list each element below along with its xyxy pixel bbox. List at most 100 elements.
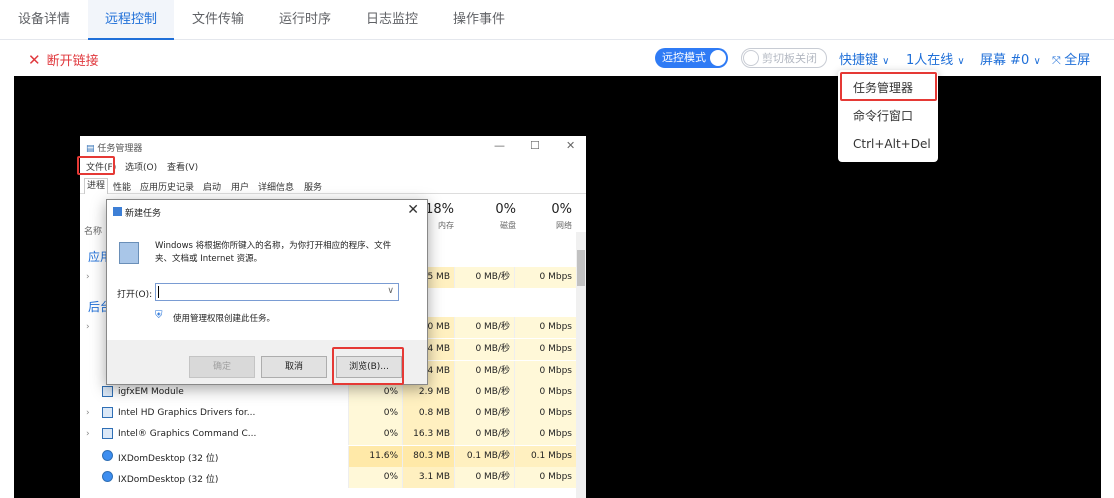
disk-percent: 0% xyxy=(495,202,516,217)
maximize-button[interactable]: ☐ xyxy=(530,139,540,152)
highlight-box xyxy=(332,347,404,385)
chevron-right-icon[interactable]: › xyxy=(86,272,90,282)
disk-cell: 0 MB/秒 xyxy=(454,361,514,382)
menu-view[interactable]: 查看(V) xyxy=(167,160,198,173)
disk-cell: 0 MB/秒 xyxy=(454,424,514,445)
network-label: 网络 xyxy=(556,221,572,230)
window-icon xyxy=(113,207,122,216)
tm-tab-details[interactable]: 详细信息 xyxy=(256,180,296,193)
memory-cell: 80.3 MB xyxy=(402,446,454,467)
disk-label: 磁盘 xyxy=(500,221,516,230)
tm-tab-users[interactable]: 用户 xyxy=(229,180,251,193)
open-input[interactable]: ∨ xyxy=(155,283,399,301)
table-row[interactable]: › Intel® Graphics Command C... 0% 16.3 MB 0 … xyxy=(80,424,576,445)
process-icon xyxy=(102,450,113,461)
remote-mode-label: 远控模式 xyxy=(662,51,706,64)
close-icon[interactable]: ✕ xyxy=(407,202,419,218)
tab-run-timing[interactable]: 运行时序 xyxy=(262,0,348,40)
shortcut-dropdown[interactable]: 快捷键 ∨ xyxy=(839,49,889,68)
network-cell: 0 Mbps xyxy=(514,317,576,338)
network-cell: 0 Mbps xyxy=(514,339,576,360)
chevron-right-icon[interactable]: › xyxy=(86,408,90,418)
online-users-dropdown[interactable]: 1人在线 ∨ xyxy=(906,49,965,68)
table-row[interactable]: IXDomDesktop (32 位) 11.6% 80.3 MB 0.1 MB/秒 0… xyxy=(80,446,576,467)
process-name: Intel® Graphics Command C... xyxy=(118,429,257,439)
cpu-cell: 0% xyxy=(348,403,402,424)
memory-cell: 16.3 MB xyxy=(402,424,454,445)
close-button[interactable]: ✕ xyxy=(566,139,575,152)
clipboard-switch[interactable]: 剪切板关闭 xyxy=(741,48,827,68)
tab-file-transfer[interactable]: 文件传输 xyxy=(174,0,262,40)
table-row[interactable]: IXDomDesktop (32 位) 0% 3.1 MB 0 MB/秒 0 Mbps xyxy=(80,467,576,488)
screen-dropdown[interactable]: 屏幕 #0 ∨ xyxy=(980,49,1041,68)
disk-cell: 0 MB/秒 xyxy=(454,382,514,403)
tm-tab-services[interactable]: 服务 xyxy=(302,180,324,193)
clipboard-label: 剪切板关闭 xyxy=(762,52,817,65)
fullscreen-button[interactable]: ⤧ 全屏 xyxy=(1052,49,1090,68)
network-cell: 0 Mbps xyxy=(514,267,576,288)
network-cell: 0 Mbps xyxy=(514,403,576,424)
network-cell: 0 Mbps xyxy=(514,467,576,488)
open-label: 打开(O): xyxy=(117,290,153,300)
network-cell: 0.1 Mbps xyxy=(514,446,576,467)
scrollbar[interactable] xyxy=(576,232,586,498)
disk-cell: 0 MB/秒 xyxy=(454,317,514,338)
menu-item-ctrl-alt-del[interactable]: Ctrl+Alt+Del xyxy=(838,130,938,158)
column-network-header[interactable]: 0% 网络 xyxy=(512,202,572,231)
process-icon xyxy=(102,386,113,397)
disk-cell: 0 MB/秒 xyxy=(454,403,514,424)
process-icon xyxy=(102,471,113,482)
chevron-down-icon[interactable]: ∨ xyxy=(387,286,394,296)
disconnect-label: 断开链接 xyxy=(46,54,99,69)
dialog-message: Windows 将根据你所键入的名称，为你打开相应的程序、文件夹、文档或 Int… xyxy=(155,241,392,264)
tab-log-monitor[interactable]: 日志监控 xyxy=(348,0,436,40)
network-cell: 0 Mbps xyxy=(514,424,576,445)
chevron-down-icon: ∨ xyxy=(957,56,965,67)
task-manager-tabs: 进程 性能 应用历史记录 启动 用户 详细信息 服务 xyxy=(80,178,586,194)
tab-remote-control[interactable]: 远程控制 xyxy=(88,0,174,40)
chevron-right-icon[interactable]: › xyxy=(86,429,90,439)
process-icon xyxy=(102,407,113,418)
chevron-down-icon: ∨ xyxy=(1033,56,1041,67)
network-cell: 0 Mbps xyxy=(514,382,576,403)
scrollbar-thumb[interactable] xyxy=(577,250,585,286)
tab-operation-events[interactable]: 操作事件 xyxy=(436,0,522,40)
ok-button[interactable]: 确定 xyxy=(189,356,255,378)
tab-bar: 设备详情 远程控制 文件传输 运行时序 日志监控 操作事件 xyxy=(0,0,1114,40)
disconnect-button[interactable]: ✕ 断开链接 xyxy=(28,50,99,69)
table-row[interactable]: igfxEM Module 0% 2.9 MB 0 MB/秒 0 Mbps xyxy=(80,382,576,403)
chevron-right-icon[interactable]: › xyxy=(86,322,90,332)
column-disk-header[interactable]: 0% 磁盘 xyxy=(456,202,516,231)
minimize-button[interactable]: — xyxy=(494,139,505,152)
cpu-cell: 0% xyxy=(348,424,402,445)
tm-tab-processes[interactable]: 进程 xyxy=(84,178,109,194)
tm-tab-performance[interactable]: 性能 xyxy=(111,180,133,193)
process-icon xyxy=(102,428,113,439)
tab-device-details[interactable]: 设备详情 xyxy=(0,0,88,40)
menu-options[interactable]: 选项(O) xyxy=(125,160,157,173)
cpu-cell: 11.6% xyxy=(348,446,402,467)
run-icon xyxy=(119,242,139,264)
switch-knob xyxy=(710,50,726,66)
disk-cell: 0 MB/秒 xyxy=(454,467,514,488)
memory-cell: 3.1 MB xyxy=(402,467,454,488)
memory-cell: 0.8 MB xyxy=(402,403,454,424)
network-percent: 0% xyxy=(551,202,572,217)
menu-item-command-window[interactable]: 命令行窗口 xyxy=(838,102,938,130)
cancel-button[interactable]: 取消 xyxy=(261,356,327,378)
column-name-header[interactable]: 名称 xyxy=(84,224,102,237)
tm-tab-app-history[interactable]: 应用历史记录 xyxy=(138,180,196,193)
network-cell: 0 Mbps xyxy=(514,361,576,382)
shield-icon: ⛨ xyxy=(155,310,163,321)
cpu-cell: 0% xyxy=(348,382,402,403)
admin-checkbox-label[interactable]: 使用管理权限创建此任务。 xyxy=(173,312,275,324)
shortcut-label: 快捷键 xyxy=(839,53,879,68)
remote-mode-switch[interactable]: 远控模式 xyxy=(655,48,728,68)
process-name: IXDomDesktop (32 位) xyxy=(118,475,219,485)
process-name: IXDomDesktop (32 位) xyxy=(118,454,219,464)
tm-tab-startup[interactable]: 启动 xyxy=(201,180,223,193)
fullscreen-icon: ⤧ xyxy=(1052,54,1065,67)
memory-cell: 2.9 MB xyxy=(402,382,454,403)
highlight-box xyxy=(840,72,937,101)
table-row[interactable]: › Intel HD Graphics Drivers for... 0% 0.8 M… xyxy=(80,403,576,424)
